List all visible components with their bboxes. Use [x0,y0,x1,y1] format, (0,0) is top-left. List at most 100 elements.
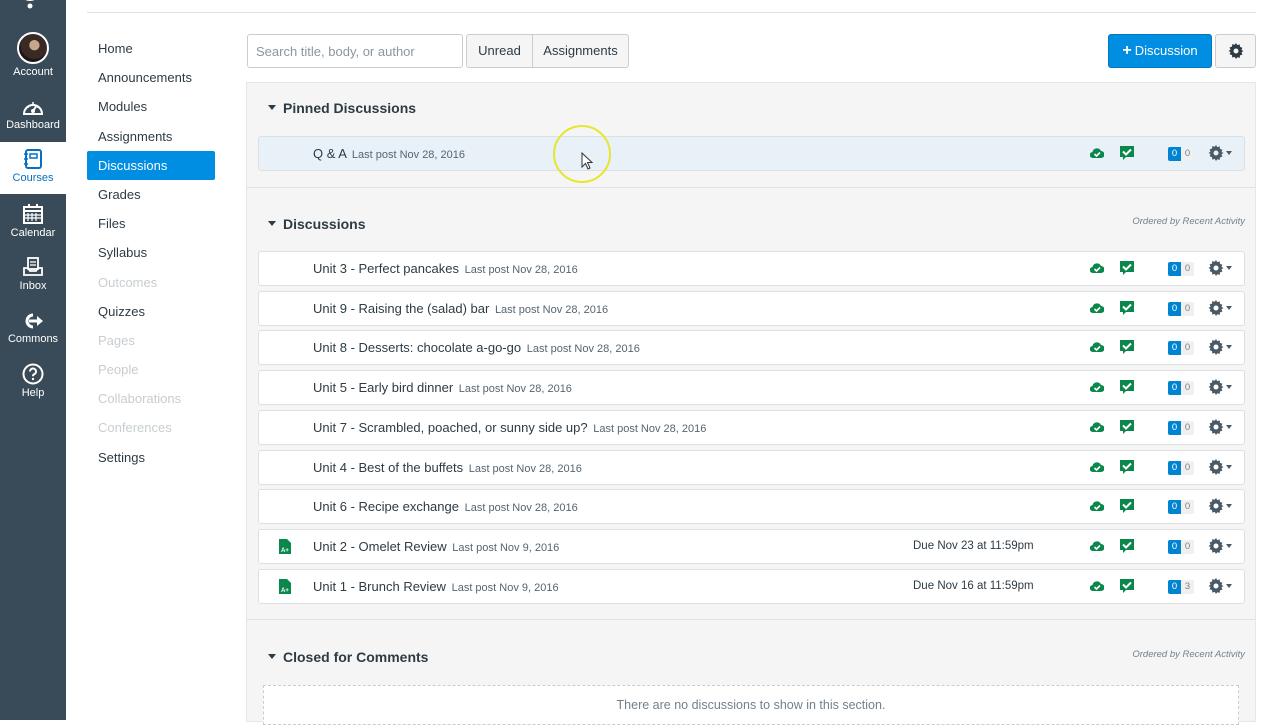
global-nav-inbox[interactable]: Inbox [0,256,66,292]
discussion-title[interactable]: Unit 8 - Desserts: chocolate a-go-go [313,340,521,355]
subscribed-icon[interactable] [1119,459,1135,475]
course-nav-quizzes[interactable]: Quizzes [87,297,215,326]
global-nav-commons[interactable]: Commons [0,311,66,345]
discussion-menu-button[interactable] [1208,145,1232,161]
order-note: Ordered by Recent Activity [1132,216,1245,227]
discussion-row[interactable]: Unit 8 - Desserts: chocolate a-go-go Las… [258,330,1245,366]
discussion-title[interactable]: Unit 2 - Omelet Review [313,539,447,554]
course-nav-assignments[interactable]: Assignments [87,122,215,151]
discussion-title[interactable]: Unit 6 - Recipe exchange [313,499,459,514]
global-nav-label: Inbox [19,280,47,292]
course-nav-modules[interactable]: Modules [87,92,215,121]
discussion-title[interactable]: Unit 4 - Best of the buffets [313,460,463,475]
global-nav-label: Commons [7,333,59,345]
subscribed-icon[interactable] [1119,498,1135,514]
published-icon[interactable] [1090,540,1104,552]
discussion-row[interactable]: Unit 6 - Recipe exchange Last post Nov 2… [258,489,1245,525]
calendar-icon [23,204,43,224]
courses-icon [24,149,42,169]
published-icon[interactable] [1090,381,1104,393]
section-divider [247,187,1255,188]
global-nav-courses[interactable]: Courses [0,142,66,194]
discussion-row[interactable]: A+ Unit 1 - Brunch Review Last post Nov … [258,568,1245,604]
discussion-title[interactable]: Unit 7 - Scrambled, poached, or sunny si… [313,420,588,435]
caret-down-icon [268,653,276,659]
unread-filter-button[interactable]: Unread [466,34,533,68]
last-post: Last post Nov 9, 2016 [451,581,559,594]
add-discussion-button[interactable]: + Discussion [1108,34,1212,68]
discussion-title[interactable]: Unit 5 - Early bird dinner [313,380,453,395]
discussion-row[interactable]: Unit 4 - Best of the buffets Last post N… [258,449,1245,485]
course-nav-home[interactable]: Home [87,34,215,63]
discussion-row[interactable]: Unit 3 - Perfect pancakes Last post Nov … [258,251,1245,286]
global-nav-dashboard[interactable]: Dashboard [0,97,66,131]
total-count: 0 [1181,301,1194,316]
global-nav-help[interactable]: Help [0,363,66,399]
discussion-menu-button[interactable] [1208,537,1232,554]
course-nav-people[interactable]: People [87,355,215,384]
last-post: Last post Nov 28, 2016 [464,502,578,515]
course-nav-conferences[interactable]: Conferences [87,413,215,442]
course-nav-discussions[interactable]: Discussions [87,150,215,180]
discussion-title[interactable]: Q & A [313,146,346,161]
discussion-row[interactable]: Unit 9 - Raising the (salad) bar Last po… [258,290,1245,326]
discussion-settings-button[interactable] [1215,34,1256,68]
published-icon[interactable] [1090,341,1104,353]
course-nav-outcomes[interactable]: Outcomes [87,268,215,297]
course-nav-files[interactable]: Files [87,209,215,238]
global-navigation: Account Dashboard Courses Calendar Inbox… [0,0,66,720]
course-nav-settings[interactable]: Settings [87,443,215,472]
discussion-menu-button[interactable] [1208,418,1232,435]
published-icon[interactable] [1090,580,1104,592]
subscribed-icon[interactable] [1119,578,1135,594]
discussion-menu-button[interactable] [1208,379,1232,396]
discussion-menu-button[interactable] [1208,577,1232,594]
published-icon[interactable] [1090,421,1104,433]
post-count-badge: 00 [1168,262,1194,276]
published-icon[interactable] [1090,262,1104,274]
published-icon[interactable] [1090,147,1104,159]
global-nav-label: Dashboard [6,119,60,131]
discussion-menu-button[interactable] [1208,339,1232,356]
published-icon[interactable] [1090,302,1104,314]
course-nav-syllabus[interactable]: Syllabus [87,238,215,267]
global-nav-account[interactable]: Account [0,32,66,78]
discussions-section-toggle[interactable]: Discussions [268,216,365,232]
gear-icon [1208,339,1224,356]
section-title: Pinned Discussions [283,100,417,116]
subscribed-icon[interactable] [1119,419,1135,435]
discussion-row[interactable]: Unit 5 - Early bird dinner Last post Nov… [258,370,1245,406]
unread-count: 0 [1168,262,1181,276]
course-nav-collaborations[interactable]: Collaborations [87,384,215,413]
subscribed-icon[interactable] [1119,300,1135,316]
subscribed-icon[interactable] [1119,339,1135,355]
discussion-title[interactable]: Unit 3 - Perfect pancakes [313,261,459,276]
canvas-logo-icon[interactable] [13,0,47,10]
discussion-title[interactable]: Unit 9 - Raising the (salad) bar [313,301,489,316]
assignments-filter-button[interactable]: Assignments [532,34,629,68]
discussion-row[interactable]: A+ Unit 2 - Omelet Review Last post Nov … [258,528,1245,564]
section-divider [247,619,1255,620]
subscribed-icon[interactable] [1119,379,1135,395]
total-count: 3 [1181,579,1194,594]
discussion-menu-button[interactable] [1208,458,1232,475]
subscribed-icon[interactable] [1119,538,1135,554]
search-input[interactable] [247,34,463,68]
last-post: Last post Nov 28, 2016 [526,343,640,356]
discussion-menu-button[interactable] [1208,260,1232,276]
subscribed-icon[interactable] [1119,260,1135,276]
discussion-menu-button[interactable] [1208,498,1232,515]
published-icon[interactable] [1090,461,1104,473]
published-icon[interactable] [1090,500,1104,512]
discussion-menu-button[interactable] [1208,299,1232,316]
course-nav-pages[interactable]: Pages [87,326,215,355]
global-nav-calendar[interactable]: Calendar [0,203,66,239]
discussion-title[interactable]: Unit 1 - Brunch Review [313,579,446,594]
pinned-discussion-row[interactable]: Q & A Last post Nov 28, 2016 00 [258,136,1245,171]
subscribed-icon[interactable] [1119,145,1135,161]
course-nav-grades[interactable]: Grades [87,180,215,209]
discussion-row[interactable]: Unit 7 - Scrambled, poached, or sunny si… [258,409,1245,445]
pinned-section-toggle[interactable]: Pinned Discussions [268,100,416,116]
closed-section-toggle[interactable]: Closed for Comments [268,649,428,665]
course-nav-announcements[interactable]: Announcements [87,63,215,92]
